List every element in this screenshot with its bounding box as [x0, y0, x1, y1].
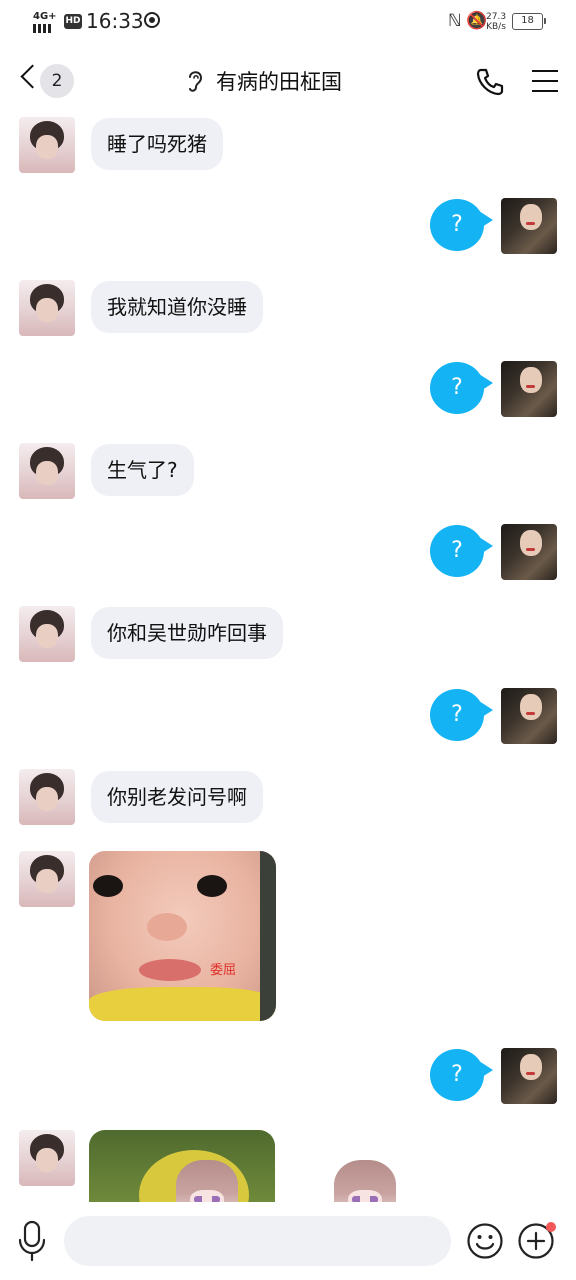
menu-icon[interactable] — [532, 70, 558, 92]
contact-name: 有病的田柾国 — [216, 70, 342, 94]
nfc-icon: ℕ — [448, 11, 462, 31]
network-speed-value: 27.3 — [486, 12, 507, 22]
my-avatar[interactable] — [501, 688, 557, 744]
chat-header: 2 有病的田柾国 — [0, 52, 576, 108]
notification-dot — [546, 1222, 556, 1232]
outgoing-message-bubble[interactable]: ? — [430, 525, 493, 577]
outgoing-message-bubble[interactable]: ? — [430, 362, 493, 414]
back-button[interactable]: 2 — [18, 64, 78, 98]
outgoing-message-bubble[interactable]: ? — [430, 199, 493, 251]
chat-title[interactable]: 有病的田柾国 — [186, 66, 342, 96]
my-avatar[interactable] — [501, 198, 557, 254]
emoji-icon[interactable] — [466, 1222, 504, 1260]
network-type: 4G+ — [33, 11, 57, 22]
outgoing-message-bubble[interactable]: ? — [430, 1049, 493, 1101]
input-bar — [0, 1202, 576, 1280]
my-avatar[interactable] — [501, 524, 557, 580]
contact-avatar[interactable] — [19, 769, 75, 825]
sync-icon — [144, 12, 160, 28]
sticker-caption: 委屈 — [210, 963, 237, 978]
incoming-message-bubble[interactable]: 我就知道你没睡 — [91, 281, 263, 333]
signal-icon: 4G+ — [33, 12, 57, 33]
contact-avatar[interactable] — [19, 443, 75, 499]
status-bar: 4G+ HD 16:33 ℕ 🔕 27.3 KB/s 18 — [0, 0, 576, 46]
incoming-message-bubble[interactable]: 你和吴世勋咋回事 — [91, 607, 283, 659]
message-input[interactable] — [64, 1216, 451, 1266]
unread-count-badge: 2 — [40, 64, 74, 98]
contact-avatar[interactable] — [19, 851, 75, 907]
contact-avatar[interactable] — [19, 117, 75, 173]
network-speed-unit: KB/s — [486, 22, 506, 32]
my-avatar[interactable] — [501, 1048, 557, 1104]
crying-baby-sticker[interactable]: 委屈 — [89, 851, 276, 1021]
my-avatar[interactable] — [501, 361, 557, 417]
contact-avatar[interactable] — [19, 280, 75, 336]
incoming-message-bubble[interactable]: 睡了吗死猪 — [91, 118, 223, 170]
mute-bell-icon: 🔕 — [466, 11, 488, 31]
microphone-icon[interactable] — [16, 1220, 48, 1262]
battery-icon: 18 — [512, 13, 546, 30]
contact-avatar[interactable] — [19, 1130, 75, 1186]
incoming-message-bubble[interactable]: 你别老发问号啊 — [91, 771, 263, 823]
contact-avatar[interactable] — [19, 606, 75, 662]
status-time: 16:33 — [86, 9, 144, 33]
network-speed: 27.3 KB/s — [486, 12, 506, 32]
phone-icon[interactable] — [474, 66, 506, 98]
ear-icon — [189, 71, 203, 92]
incoming-message-bubble[interactable]: 生气了? — [91, 444, 194, 496]
hd-badge: HD — [64, 14, 82, 29]
outgoing-message-bubble[interactable]: ? — [430, 689, 493, 741]
